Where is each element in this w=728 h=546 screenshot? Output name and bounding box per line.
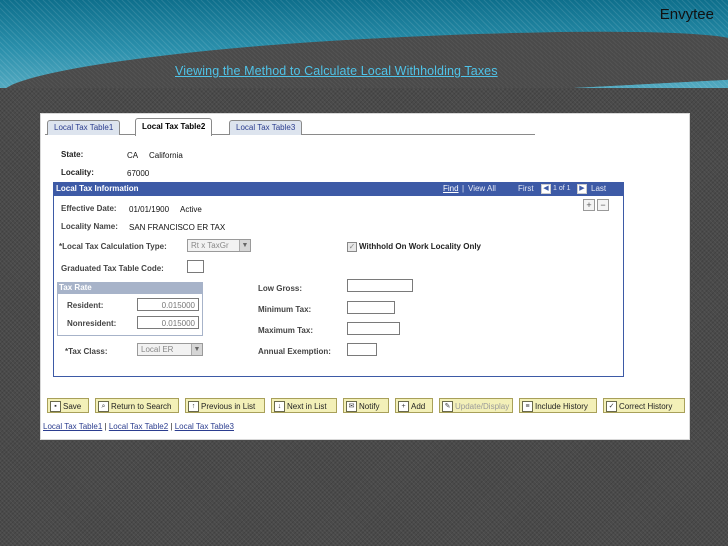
save-button[interactable]: ▪ Save (47, 398, 89, 413)
chevron-down-icon: ▼ (191, 344, 202, 355)
add-row-icon[interactable]: + (583, 199, 595, 211)
low-gross-input[interactable] (347, 279, 413, 292)
calc-type-label: *Local Tax Calculation Type: (59, 242, 167, 251)
tab-local-tax-table2[interactable]: Local Tax Table2 (135, 118, 213, 136)
arrow-down-icon: ↓ (274, 401, 285, 413)
section-title: Local Tax Information (56, 184, 139, 193)
minimum-tax-label: Minimum Tax: (258, 305, 312, 314)
tab-local-tax-table3[interactable]: Local Tax Table3 (229, 120, 303, 135)
link-local-tax-table2[interactable]: Local Tax Table2 (109, 422, 168, 431)
withhold-checkbox[interactable]: ✓ (347, 242, 357, 252)
maximum-tax-input[interactable] (347, 322, 400, 335)
view-all-link[interactable]: View All (468, 183, 496, 195)
locality-name-value: SAN FRANCISCO ER TAX (129, 223, 226, 232)
section-header: Local Tax Information Find | View All Fi… (53, 182, 624, 196)
tax-class-label: *Tax Class: (65, 347, 108, 356)
withhold-label: Withhold On Work Locality Only (359, 242, 482, 251)
state-label: State: (61, 150, 84, 159)
annual-exemption-input[interactable] (347, 343, 377, 356)
resident-label: Resident: (67, 301, 104, 310)
search-icon: ⌕ (98, 401, 109, 413)
next-in-list-button[interactable]: ↓ Next in List (271, 398, 337, 413)
nonresident-input[interactable]: 0.015000 (137, 316, 199, 329)
notify-icon: ✉ (346, 401, 357, 413)
return-to-search-button[interactable]: ⌕ Return to Search (95, 398, 179, 413)
correct-icon: ✓ (606, 401, 617, 413)
update-icon: ✎ (442, 401, 453, 413)
effective-date-label: Effective Date: (61, 204, 117, 213)
save-icon: ▪ (50, 401, 61, 413)
low-gross-label: Low Gross: (258, 284, 303, 293)
brand-name: Envytee (659, 6, 714, 23)
slide-title: Viewing the Method to Calculate Local Wi… (175, 64, 498, 78)
maximum-tax-label: Maximum Tax: (258, 326, 313, 335)
nav-separator: | (462, 184, 465, 193)
peoplesoft-panel: Local Tax Table1 Local Tax Table2 Local … (40, 113, 690, 440)
page-links: Local Tax Table1 | Local Tax Table2 | Lo… (43, 422, 234, 431)
previous-in-list-button[interactable]: ↑ Previous in List (185, 398, 265, 413)
notify-button[interactable]: ✉ Notify (343, 398, 389, 413)
history-icon: ≡ (522, 401, 533, 413)
row-counter: 1 of 1 (553, 185, 571, 192)
locality-value: 67000 (127, 169, 150, 178)
locality-name-label: Locality Name: (61, 222, 118, 231)
tax-class-select[interactable]: Local ER ▼ (137, 343, 203, 356)
annual-exemption-label: Annual Exemption: (258, 347, 331, 356)
calc-type-select[interactable]: Rt x TaxGr ▼ (187, 239, 251, 252)
update-display-button[interactable]: ✎ Update/Display (439, 398, 513, 413)
toolbar: ▪ Save ⌕ Return to Search ↑ Previous in Lis… (47, 398, 687, 414)
state-name: California (149, 151, 183, 160)
graduated-label: Graduated Tax Table Code: (61, 264, 164, 273)
link-local-tax-table1[interactable]: Local Tax Table1 (43, 422, 102, 431)
locality-label: Locality: (61, 168, 94, 177)
graduated-input[interactable] (187, 260, 204, 273)
correct-history-button[interactable]: ✓ Correct History (603, 398, 685, 413)
first-link[interactable]: First (518, 183, 534, 195)
include-history-button[interactable]: ≡ Include History (519, 398, 597, 413)
state-code: CA (127, 151, 139, 160)
link-local-tax-table3[interactable]: Local Tax Table3 (175, 422, 234, 431)
last-link[interactable]: Last (591, 183, 606, 195)
next-row-icon[interactable]: ▶ (577, 183, 587, 195)
add-button[interactable]: + Add (395, 398, 433, 413)
prev-row-icon[interactable]: ◀ (541, 183, 551, 195)
arrow-up-icon: ↑ (188, 401, 199, 413)
resident-input[interactable]: 0.015000 (137, 298, 199, 311)
delete-row-icon[interactable]: − (597, 199, 609, 211)
find-link[interactable]: Find (443, 183, 459, 195)
minimum-tax-input[interactable] (347, 301, 395, 314)
tab-local-tax-table1[interactable]: Local Tax Table1 (47, 120, 121, 135)
tab-bar: Local Tax Table1 Local Tax Table2 Local … (45, 118, 535, 136)
nonresident-label: Nonresident: (67, 319, 117, 328)
effective-date-value: 01/01/1900 (129, 205, 170, 214)
status-value: Active (180, 205, 202, 214)
chevron-down-icon: ▼ (239, 240, 250, 251)
tax-rate-header: Tax Rate (57, 282, 203, 294)
add-icon: + (398, 401, 409, 413)
